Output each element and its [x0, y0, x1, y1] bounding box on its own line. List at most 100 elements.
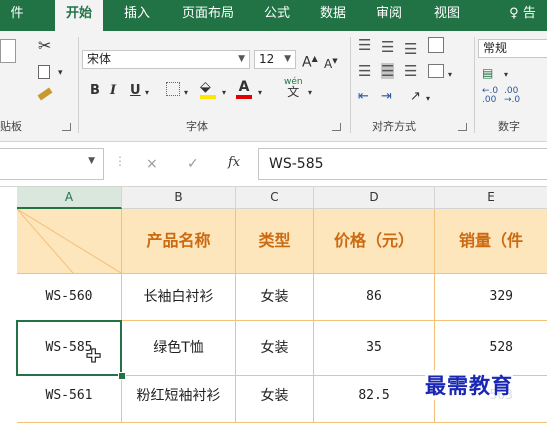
cancel-icon[interactable]: ×: [146, 156, 158, 172]
decrease-indent-icon[interactable]: ⇤: [358, 89, 369, 105]
merge-dropdown-icon[interactable]: ▾: [448, 67, 452, 83]
tab-view[interactable]: 视图: [424, 0, 470, 31]
phonetic-dropdown-icon[interactable]: ▾: [308, 85, 312, 101]
chevron-down-icon[interactable]: ▼: [88, 156, 95, 166]
font-size-combo[interactable]: 12 ▼: [254, 50, 296, 69]
decrease-decimal-icon[interactable]: .00 →.0: [504, 87, 520, 105]
table-cell[interactable]: 女装: [236, 376, 314, 423]
name-box[interactable]: ▼: [0, 148, 104, 180]
orientation-dropdown-icon[interactable]: ▾: [426, 91, 430, 107]
chevron-down-icon[interactable]: ▼: [284, 51, 291, 68]
table-cell[interactable]: 女装: [236, 274, 314, 321]
fill-color-icon[interactable]: ⬙: [200, 79, 216, 99]
diagonal-header-cell[interactable]: [17, 209, 122, 274]
align-top-icon[interactable]: ☰: [358, 37, 371, 53]
underline-dropdown-icon[interactable]: ▾: [145, 85, 149, 101]
tab-home[interactable]: 开始: [55, 0, 103, 31]
alignment-launcher-icon[interactable]: [458, 123, 467, 131]
font-color-icon[interactable]: A: [236, 79, 252, 99]
table-cell[interactable]: WS-560: [17, 274, 122, 321]
tab-formulas[interactable]: 公式: [254, 0, 300, 31]
underline-button[interactable]: U: [130, 83, 141, 99]
wrap-text-icon[interactable]: [428, 37, 444, 53]
table-cell[interactable]: 329: [435, 274, 547, 321]
table-cell[interactable]: 长袖白衬衫: [122, 274, 236, 321]
group-label-alignment: 对齐方式: [372, 120, 416, 133]
group-divider: [350, 37, 351, 133]
table-cell[interactable]: 86: [314, 274, 435, 321]
enter-icon[interactable]: ✓: [187, 156, 199, 172]
align-middle-icon[interactable]: ☰: [381, 39, 394, 55]
column-header-d[interactable]: D: [314, 187, 435, 209]
phonetic-char: 文: [287, 85, 300, 99]
column-header-a[interactable]: A: [17, 187, 122, 209]
tab-data[interactable]: 数据: [310, 0, 356, 31]
column-header-e[interactable]: E: [435, 187, 547, 209]
font-name-combo[interactable]: 宋体 ▼: [82, 50, 250, 69]
formula-bar: ▼ ⋮ × ✓ fx WS-585: [0, 142, 547, 187]
orientation-icon[interactable]: ↗: [410, 89, 421, 105]
header-cell[interactable]: 销量（件: [435, 209, 547, 274]
font-color-dropdown-icon[interactable]: ▾: [258, 85, 262, 101]
tab-tell-me[interactable]: ♀ 告: [498, 0, 547, 31]
group-divider: [474, 37, 475, 133]
header-cell[interactable]: 产品名称: [122, 209, 236, 274]
number-format-combo[interactable]: 常规: [478, 39, 547, 58]
merge-center-icon[interactable]: [428, 64, 444, 78]
header-cell[interactable]: 价格（元）: [314, 209, 435, 274]
tab-page-layout[interactable]: 页面布局: [170, 0, 246, 31]
increase-indent-icon[interactable]: ⇥: [381, 89, 392, 105]
table-cell[interactable]: WS-561: [17, 376, 122, 423]
group-label-clipboard: 贴板: [0, 120, 22, 133]
ribbon: ✂ ▾ 贴板 宋体 ▼ 12 ▼ A▲ A▼ B I U ▾ ▾ ⬙ ▾ A ▾…: [0, 31, 547, 142]
tab-file[interactable]: 件: [0, 0, 34, 31]
fill-color-dropdown-icon[interactable]: ▾: [222, 85, 226, 101]
align-center-icon[interactable]: ☰: [381, 63, 395, 79]
font-name-value: 宋体: [87, 52, 112, 66]
decrease-font-icon[interactable]: A▼: [324, 53, 338, 72]
copy-dropdown-icon[interactable]: ▾: [58, 65, 63, 81]
italic-button[interactable]: I: [110, 83, 116, 99]
borders-icon[interactable]: [166, 82, 180, 96]
bold-button[interactable]: B: [90, 83, 100, 99]
group-label-font: 字体: [186, 120, 208, 133]
table-cell[interactable]: 女装: [236, 321, 314, 376]
font-launcher-icon[interactable]: [332, 123, 341, 131]
formula-input[interactable]: WS-585: [258, 148, 547, 180]
paste-icon[interactable]: [0, 39, 16, 63]
table-cell[interactable]: 绿色T恤: [122, 321, 236, 376]
column-header-c[interactable]: C: [236, 187, 314, 209]
increase-decimal-icon[interactable]: ←.0.00: [482, 87, 498, 105]
column-header-b[interactable]: B: [122, 187, 236, 209]
tab-insert[interactable]: 插入: [114, 0, 160, 31]
cut-icon[interactable]: ✂: [38, 38, 51, 54]
number-format-value: 常规: [483, 41, 508, 55]
table-cell[interactable]: 粉红短袖衬衫: [122, 376, 236, 423]
selected-cell-border: [16, 320, 122, 376]
tab-review[interactable]: 审阅: [366, 0, 412, 31]
group-label-number: 数字: [498, 120, 520, 133]
copy-icon[interactable]: [38, 65, 50, 79]
grip-icon: ⋮: [114, 154, 126, 168]
clipboard-launcher-icon[interactable]: [62, 123, 71, 131]
currency-dropdown-icon[interactable]: ▾: [504, 67, 508, 83]
table-cell[interactable]: 82.5: [314, 376, 435, 423]
phonetic-icon[interactable]: wén 文: [284, 77, 303, 99]
currency-icon[interactable]: ▤: [482, 65, 493, 81]
fill-handle[interactable]: [118, 372, 126, 380]
table-cell[interactable]: 35: [314, 321, 435, 376]
align-left-icon[interactable]: ☰: [358, 63, 371, 79]
align-bottom-icon[interactable]: ☰: [404, 41, 417, 57]
chevron-down-icon[interactable]: ▼: [238, 51, 245, 68]
borders-dropdown-icon[interactable]: ▾: [184, 85, 188, 101]
table-cell[interactable]: 528: [435, 321, 547, 376]
ribbon-tab-bar: 件 开始 插入 页面布局 公式 数据 审阅 视图 ♀ 告: [0, 0, 547, 31]
diagonal-lines: [17, 209, 121, 273]
font-size-value: 12: [259, 52, 275, 66]
header-cell[interactable]: 类型: [236, 209, 314, 274]
increase-font-icon[interactable]: A▲: [302, 51, 318, 71]
group-divider: [78, 37, 79, 133]
align-right-icon[interactable]: ☰: [404, 63, 417, 79]
format-painter-icon[interactable]: [37, 87, 53, 101]
insert-function-icon[interactable]: fx: [228, 155, 240, 170]
